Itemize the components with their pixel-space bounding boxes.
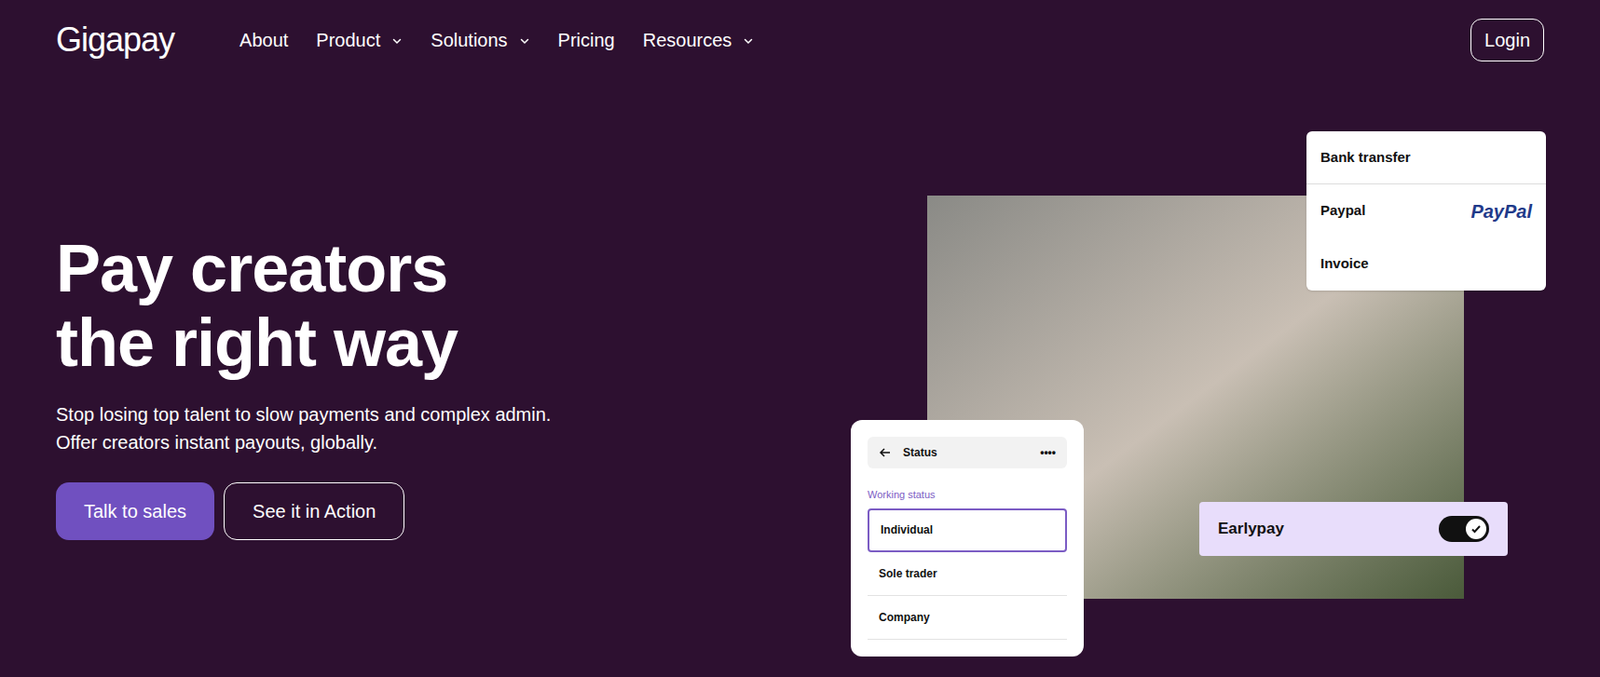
earlypay-toggle[interactable]: [1438, 516, 1490, 543]
check-icon: [1469, 522, 1483, 536]
hero: Pay creatorsthe right way Stop losing top…: [0, 67, 1600, 654]
more-menu[interactable]: ••••: [1039, 444, 1056, 462]
nav-item[interactable]: Pricing: [558, 26, 616, 55]
status-option[interactable]: Individual: [867, 508, 1067, 553]
see-in-action-button[interactable]: See it in Action: [223, 482, 405, 541]
hero-text: Pay creatorsthe right way Stop losing top…: [55, 67, 551, 541]
chevron-down-icon: [742, 35, 754, 47]
hero-visual: Bank transferPaypalPayPalInvoice Status••…: [850, 131, 1546, 654]
status-option[interactable]: Sole trader: [867, 552, 1067, 597]
nav-item[interactable]: About: [239, 26, 288, 55]
talk-to-sales-button[interactable]: Talk to sales: [55, 482, 215, 541]
payment-option[interactable]: Invoice: [1306, 237, 1546, 291]
chevron-down-icon: [391, 35, 403, 47]
nav-item[interactable]: Product: [315, 26, 403, 55]
chevron-down-icon: [519, 35, 531, 47]
earlypay-card: Earlypay: [1199, 502, 1508, 557]
nav-item[interactable]: Solutions: [430, 26, 530, 55]
paypal-logo: PayPal: [1470, 197, 1532, 226]
status-options: IndividualSole traderCompany: [867, 508, 1067, 641]
login-button[interactable]: Login: [1470, 18, 1545, 62]
nav-menu: About Product Solutions Pricing Resources: [239, 26, 754, 55]
status-card: Status•••• Working status IndividualSole t…: [850, 420, 1084, 657]
navbar: Gigapay About Product Solutions Pricing Resou…: [0, 0, 1600, 68]
hero-title: Pay creatorsthe right way: [55, 231, 551, 381]
logo[interactable]: Gigapay: [55, 23, 175, 57]
payment-option[interactable]: Bank transfer: [1306, 131, 1546, 185]
hero-buttons: Talk to salesSee it in Action: [55, 482, 551, 541]
status-option[interactable]: Company: [867, 596, 1067, 641]
hero-subtitle: Stop losing top talent to slow payments …: [55, 400, 551, 457]
back-arrow-icon[interactable]: [878, 446, 892, 460]
nav-item[interactable]: Resources: [642, 26, 755, 55]
payment-option[interactable]: PaypalPayPal: [1306, 184, 1546, 238]
working-status-label: Working status: [867, 487, 1067, 504]
page: Gigapay About Product Solutions Pricing Resou…: [0, 0, 1600, 677]
status-header: Status••••: [867, 437, 1067, 469]
payment-card: Bank transferPaypalPayPalInvoice: [1306, 131, 1546, 291]
